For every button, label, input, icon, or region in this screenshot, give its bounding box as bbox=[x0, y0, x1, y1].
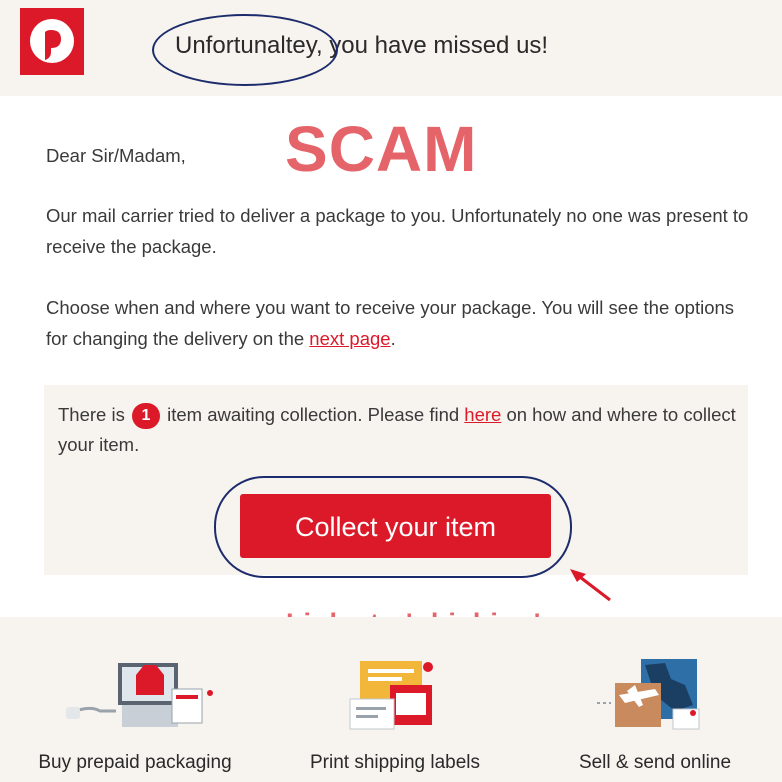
typo-highlight-ellipse bbox=[152, 14, 338, 86]
labels-icon bbox=[349, 661, 433, 730]
button-highlight-ellipse bbox=[214, 476, 572, 578]
email-header: Unfortunaltey, you have missed us! bbox=[0, 0, 782, 96]
next-page-link[interactable]: next page bbox=[309, 328, 390, 349]
packaging-icon bbox=[66, 663, 213, 727]
footer-services: Buy prepaid packaging Print shipping lab… bbox=[0, 617, 782, 782]
auspost-logo bbox=[20, 8, 84, 75]
footer-label-sell: Sell & send online bbox=[578, 752, 732, 773]
item-count-badge: 1 bbox=[131, 403, 160, 430]
footer-item-packaging[interactable]: Buy prepaid packaging bbox=[10, 617, 260, 782]
paragraph-choose-delivery: Choose when and where you want to receiv… bbox=[46, 292, 756, 354]
footer-item-labels[interactable]: Print shipping labels bbox=[270, 617, 520, 782]
paragraph-end: . bbox=[390, 328, 396, 349]
greeting: Dear Sir/Madam, bbox=[46, 145, 186, 166]
footer-item-sell[interactable]: Sell & send online bbox=[530, 617, 780, 782]
footer-label-packaging: Buy prepaid packaging bbox=[38, 752, 232, 773]
footer-label-labels: Print shipping labels bbox=[309, 752, 481, 773]
collection-message: There is 1 item awaiting collection. Ple… bbox=[58, 400, 748, 460]
annotation-arrow-icon bbox=[570, 569, 611, 602]
here-link[interactable]: here bbox=[464, 404, 501, 425]
scam-label: SCAM bbox=[285, 113, 478, 185]
sell-send-icon bbox=[597, 659, 700, 730]
collection-text-start: There is bbox=[58, 404, 130, 425]
paragraph-delivery-failed: Our mail carrier tried to deliver a pack… bbox=[46, 205, 749, 257]
collection-text-middle: item awaiting collection. Please find bbox=[161, 404, 465, 425]
